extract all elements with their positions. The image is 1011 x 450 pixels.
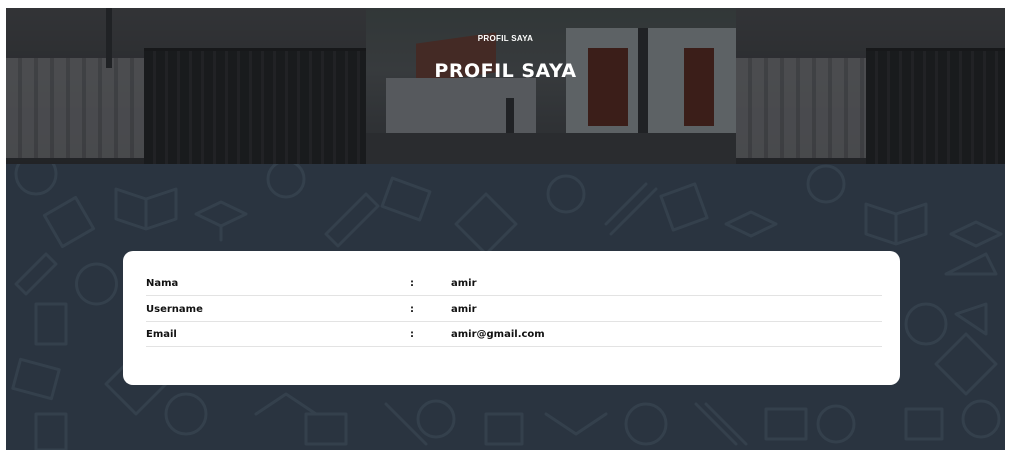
profile-value: amir	[451, 278, 477, 289]
profile-row-email: Email : amir@gmail.com	[146, 321, 882, 347]
profile-value: amir@gmail.com	[451, 329, 545, 340]
profile-row-nama: Nama : amir	[146, 270, 882, 296]
profile-card: Nama : amir Username : amir Email : amir…	[123, 251, 900, 385]
page-title: PROFIL SAYA	[434, 60, 577, 82]
hero-banner: PROFIL SAYA PROFIL SAYA	[6, 8, 1005, 164]
profile-separator: :	[410, 304, 414, 315]
profile-separator: :	[410, 278, 414, 289]
profile-label: Nama	[146, 278, 179, 289]
profile-value: amir	[451, 304, 477, 315]
hero-overlay	[6, 8, 1005, 164]
page-frame: PROFIL SAYA PROFIL SAYA Nama: amir User…	[6, 8, 1005, 450]
profile-label: Username	[146, 304, 203, 315]
profile-separator: :	[410, 329, 414, 340]
profile-row-username: Username : amir	[146, 296, 882, 322]
hero-breadcrumb: PROFIL SAYA	[477, 34, 534, 43]
profile-label: Email	[146, 329, 177, 340]
